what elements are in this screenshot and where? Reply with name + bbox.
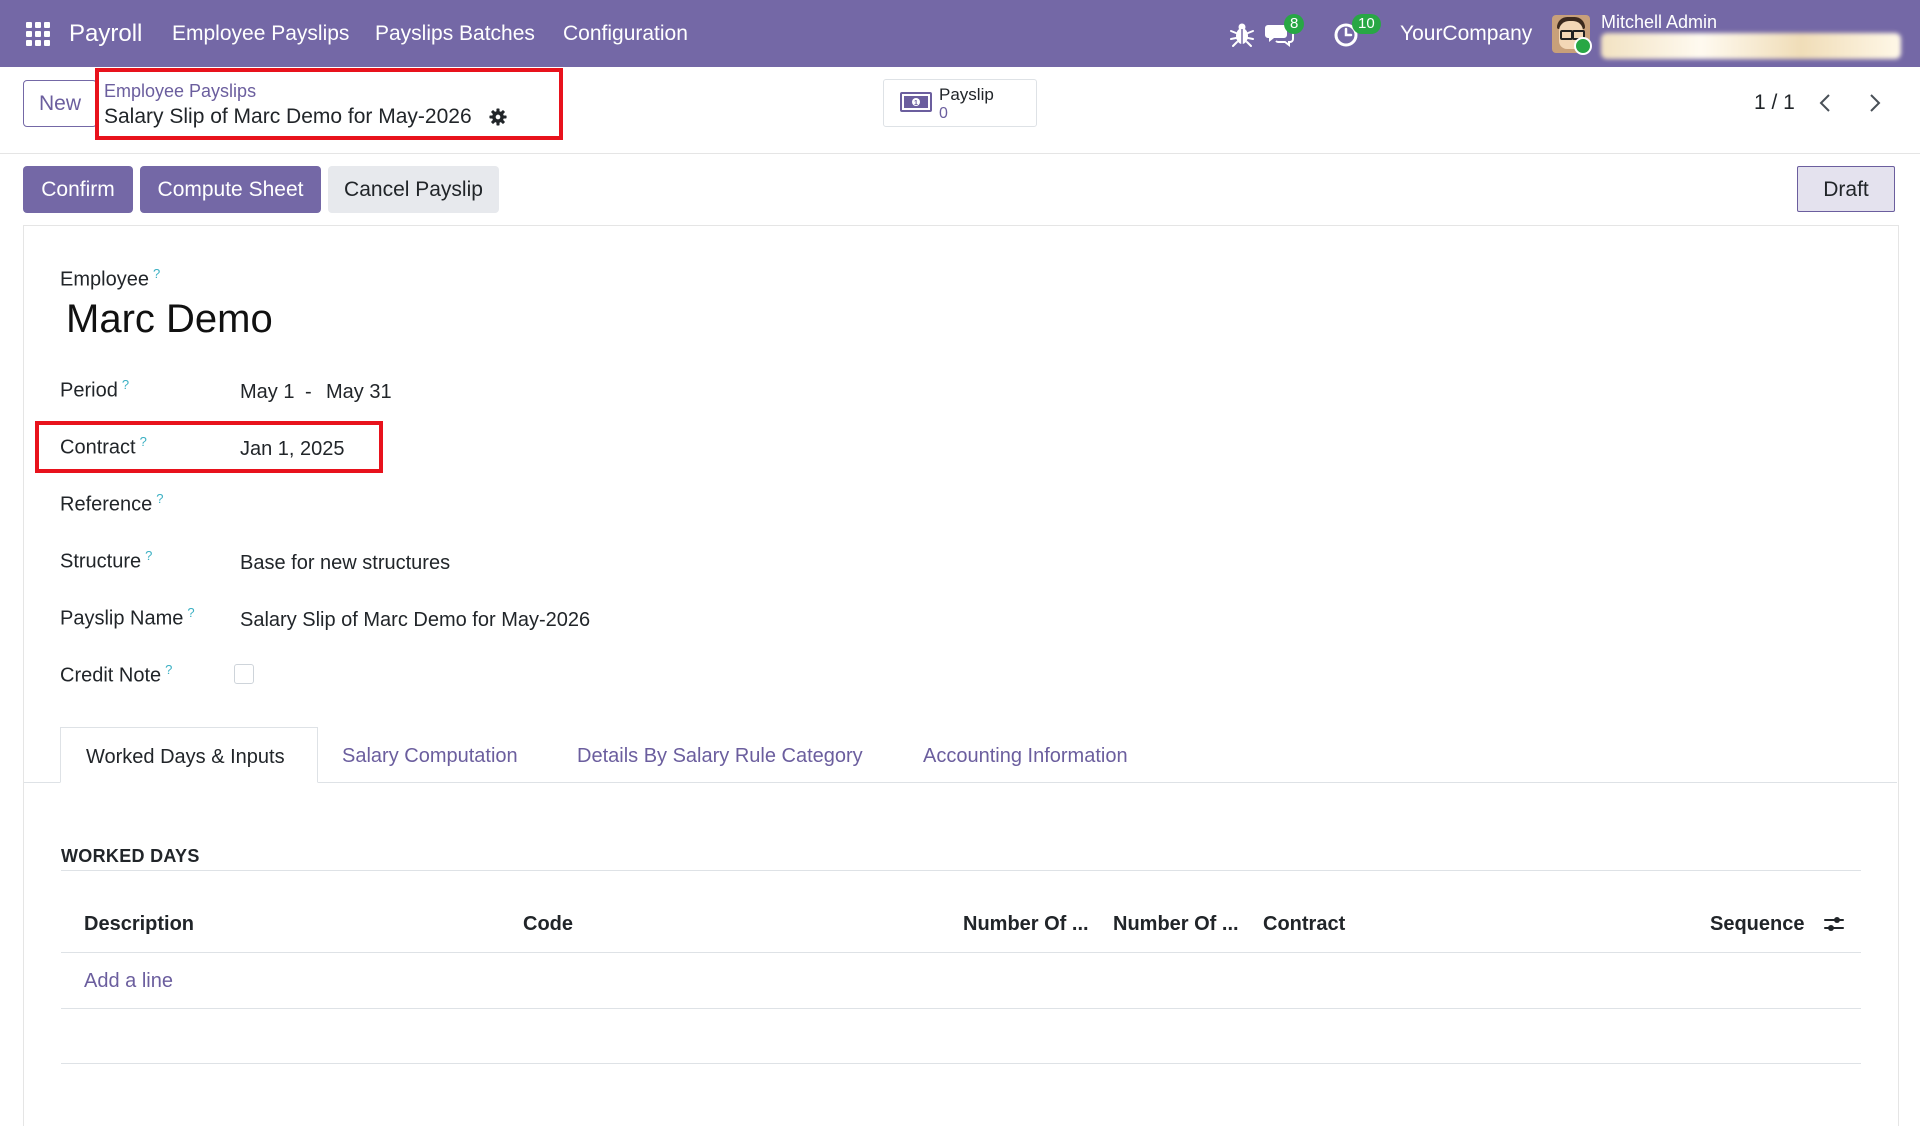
table-row-divider [61, 1008, 1861, 1009]
employee-label: Employee? [60, 266, 161, 291]
activities-badge: 10 [1352, 14, 1381, 34]
payslip-smart-button[interactable]: 1 Payslip 0 [883, 79, 1037, 127]
blurred-user-info [1601, 33, 1901, 59]
reference-field[interactable] [240, 491, 640, 517]
messages-badge: 8 [1284, 14, 1305, 34]
smart-button-count: 0 [939, 105, 948, 122]
reference-label: Reference? [60, 491, 164, 516]
top-navbar: Payroll Employee Payslips Payslips Batch… [0, 0, 1920, 67]
period-label: Period? [60, 377, 130, 402]
debug-bug-icon[interactable] [1226, 18, 1258, 50]
help-icon[interactable]: ? [156, 491, 163, 506]
user-name[interactable]: Mitchell Admin [1601, 12, 1717, 33]
help-icon[interactable]: ? [145, 548, 152, 563]
gear-icon[interactable] [489, 108, 507, 126]
column-header-description[interactable]: Description [84, 913, 194, 936]
menu-employee-payslips[interactable]: Employee Payslips [172, 22, 349, 46]
credit-note-checkbox[interactable] [234, 664, 254, 684]
column-header-code[interactable]: Code [523, 913, 573, 936]
messages-button[interactable]: 8 [1264, 14, 1305, 50]
app-grid-icon[interactable] [26, 22, 50, 46]
online-status-dot [1574, 37, 1592, 55]
cancel-payslip-button[interactable]: Cancel Payslip [328, 166, 499, 213]
money-icon: 1 [900, 92, 932, 112]
help-icon[interactable]: ? [187, 605, 194, 620]
status-draft[interactable]: Draft [1797, 166, 1895, 212]
app-brand[interactable]: Payroll [69, 20, 142, 48]
structure-label: Structure? [60, 548, 153, 573]
pager-value[interactable]: 1 / 1 [1754, 91, 1795, 115]
smart-button-label: Payslip [939, 85, 994, 104]
help-icon[interactable]: ? [122, 377, 129, 392]
add-a-line-link[interactable]: Add a line [84, 970, 173, 993]
table-footer-divider [61, 1063, 1861, 1064]
chevron-left-icon[interactable] [1812, 89, 1840, 117]
tab-salary-computation[interactable]: Salary Computation [342, 745, 518, 768]
svg-text:1: 1 [914, 100, 918, 107]
company-switcher[interactable]: YourCompany [1400, 22, 1532, 46]
column-header-number-of-days[interactable]: Number Of ... [963, 913, 1089, 936]
menu-payslips-batches[interactable]: Payslips Batches [375, 22, 535, 46]
tab-accounting-information[interactable]: Accounting Information [923, 745, 1128, 768]
payslip-name-label: Payslip Name? [60, 605, 195, 630]
chevron-right-icon[interactable] [1860, 89, 1888, 117]
column-header-number-of-hours[interactable]: Number Of ... [1113, 913, 1239, 936]
payslip-name-field[interactable]: Salary Slip of Marc Demo for May-2026 [240, 609, 590, 632]
breadcrumb-highlight [95, 68, 563, 140]
table-header-divider [61, 952, 1861, 953]
breadcrumb-current: Salary Slip of Marc Demo for May-2026 [104, 105, 472, 128]
period-separator: - [305, 381, 312, 403]
compute-sheet-button[interactable]: Compute Sheet [140, 166, 321, 213]
structure-field[interactable]: Base for new structures [240, 552, 450, 575]
section-divider [61, 870, 1861, 871]
column-header-contract[interactable]: Contract [1263, 913, 1345, 936]
period-start[interactable]: May 1 [240, 381, 294, 404]
tab-worked-days-inputs[interactable]: Worked Days & Inputs [60, 727, 318, 783]
period-end[interactable]: May 31 [326, 381, 392, 404]
tab-details-by-salary-rule-category[interactable]: Details By Salary Rule Category [577, 745, 863, 768]
column-header-sequence[interactable]: Sequence [1710, 913, 1804, 936]
contract-field[interactable]: Jan 1, 2025 [240, 438, 345, 461]
contract-label: Contract? [60, 434, 147, 459]
column-settings-icon[interactable] [1823, 913, 1845, 935]
help-icon[interactable]: ? [140, 434, 147, 449]
new-button[interactable]: New [23, 80, 97, 127]
control-panel: New Employee Payslips Salary Slip of Mar… [0, 67, 1920, 154]
help-icon[interactable]: ? [165, 662, 172, 677]
worked-days-title: WORKED DAYS [61, 846, 200, 866]
breadcrumb-parent-link[interactable]: Employee Payslips [104, 81, 256, 102]
confirm-button[interactable]: Confirm [23, 166, 133, 213]
help-icon[interactable]: ? [153, 266, 160, 281]
form-sheet [23, 225, 1899, 1126]
menu-configuration[interactable]: Configuration [563, 22, 688, 46]
credit-note-label: Credit Note? [60, 662, 173, 687]
activities-button[interactable]: 10 [1332, 14, 1381, 50]
employee-name[interactable]: Marc Demo [66, 297, 273, 342]
